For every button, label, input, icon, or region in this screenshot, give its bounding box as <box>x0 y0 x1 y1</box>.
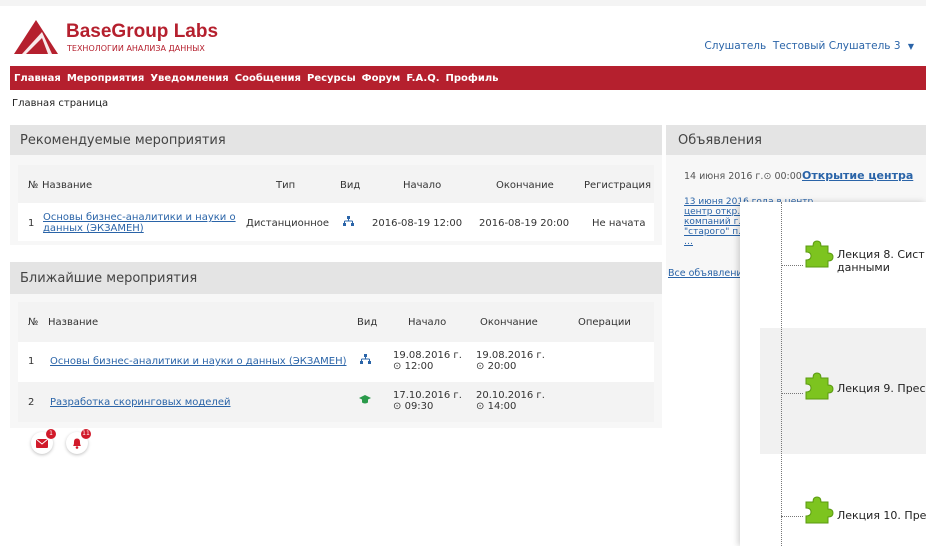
col-num: № <box>28 180 39 191</box>
event-end: 20.10.2016 г. ⊙ 14:00 <box>476 390 545 412</box>
event-type: Дистанционное <box>246 218 330 229</box>
nav-resources[interactable]: Ресурсы <box>307 73 356 84</box>
user-name: Тестовый Слушатель 3 <box>772 40 901 52</box>
col-start: Начало <box>403 180 442 191</box>
main-nav: Главная Мероприятия Уведомления Сообщени… <box>10 66 926 90</box>
brand-subtitle: ТЕХНОЛОГИИ АНАЛИЗА ДАННЫХ <box>67 44 205 53</box>
event-link[interactable]: Разработка скоринговых моделей <box>50 397 230 408</box>
nearest-title: Ближайшие мероприятия <box>20 270 198 286</box>
event-start: 2016-08-19 12:00 <box>372 218 463 229</box>
chevron-down-icon: ▼ <box>907 42 914 51</box>
event-end: 2016-08-19 20:00 <box>479 218 570 229</box>
top-strip <box>0 0 926 6</box>
event-end: 19.08.2016 г. ⊙ 20:00 <box>476 350 545 372</box>
announcement-title-link[interactable]: Открытие центра <box>802 169 913 182</box>
col-operations: Операции <box>578 317 631 328</box>
col-type: Тип <box>276 180 296 191</box>
event-start: 19.08.2016 г. ⊙ 12:00 <box>393 350 462 372</box>
hierarchy-icon <box>360 354 371 364</box>
breadcrumb: Главная страница <box>12 98 109 109</box>
lecture-item[interactable]: Лекция 9. Прес… <box>837 382 926 395</box>
tree-connector <box>781 202 782 546</box>
nav-events[interactable]: Мероприятия <box>67 73 144 84</box>
user-role: Слушатель <box>704 40 767 52</box>
col-end: Окончание <box>496 180 554 191</box>
col-view: Вид <box>357 317 378 328</box>
puzzle-icon <box>805 496 834 524</box>
graduation-cap-icon <box>359 395 371 404</box>
clock-icon: ⊙ <box>393 361 402 372</box>
event-start: 17.10.2016 г. ⊙ 09:30 <box>393 390 462 412</box>
col-name: Название <box>42 180 93 191</box>
nearest-panel: № Название Вид Начало Окончание Операции… <box>10 294 662 428</box>
announcement-meta: 14 июня 2016 г.⊙ 00:00 <box>684 171 802 182</box>
lecture-item[interactable]: Лекция 10. Пре… <box>837 509 926 522</box>
nearest-header: Ближайшие мероприятия <box>10 262 662 294</box>
logo[interactable]: BaseGroup Labs ТЕХНОЛОГИИ АНАЛИЗА ДАННЫХ <box>12 18 218 58</box>
puzzle-icon <box>805 372 834 400</box>
col-start: Начало <box>408 317 447 328</box>
user-menu[interactable]: Слушатель Тестовый Слушатель 3 ▼ <box>704 40 914 52</box>
col-name: Название <box>48 317 99 328</box>
event-link[interactable]: Основы бизнес-аналитики и науки о данных… <box>50 356 347 367</box>
nav-home[interactable]: Главная <box>14 73 61 84</box>
hierarchy-icon <box>343 216 354 226</box>
puzzle-icon <box>805 240 834 268</box>
col-view: Вид <box>340 180 361 191</box>
nav-profile[interactable]: Профиль <box>446 73 499 84</box>
logo-icon <box>14 20 58 54</box>
row-num: 2 <box>28 397 35 408</box>
clock-icon: ⊙ <box>393 401 402 412</box>
registration-status: Не начата <box>592 218 646 229</box>
clock-icon: ⊙ <box>763 171 772 182</box>
bell-icon <box>73 438 81 449</box>
nav-faq[interactable]: F.A.Q. <box>406 73 439 84</box>
notifications-button[interactable]: 11 <box>66 429 91 454</box>
nav-forum[interactable]: Форум <box>362 73 401 84</box>
lecture-item[interactable]: Лекция 8. Сист… данными <box>837 248 926 274</box>
notifications-count: 11 <box>81 429 91 439</box>
lecture-tree-popup: Лекция 8. Сист… данными Лекция 9. Прес… … <box>740 202 926 546</box>
clock-icon: ⊙ <box>476 361 485 372</box>
tree-branch <box>781 265 803 266</box>
announcements-title: Объявления <box>678 132 762 148</box>
messages-button[interactable]: 1 <box>31 429 56 454</box>
recommended-header: Рекомендуемые мероприятия <box>10 125 662 155</box>
envelope-icon <box>36 439 48 448</box>
announcements-header: Объявления <box>666 125 926 155</box>
col-num: № <box>28 317 39 328</box>
col-registration: Регистрация <box>584 180 652 191</box>
clock-icon: ⊙ <box>476 401 485 412</box>
tree-branch <box>781 516 803 517</box>
nav-notifications[interactable]: Уведомления <box>150 73 228 84</box>
nav-messages[interactable]: Сообщения <box>235 73 301 84</box>
row-num: 1 <box>28 356 35 367</box>
tree-branch <box>781 393 803 394</box>
recommended-title: Рекомендуемые мероприятия <box>20 132 226 148</box>
event-link[interactable]: Основы бизнес-аналитики и науки о данных… <box>43 212 236 234</box>
messages-count: 1 <box>46 429 56 439</box>
row-num: 1 <box>28 218 35 229</box>
brand-title: BaseGroup Labs <box>66 21 219 42</box>
col-end: Окончание <box>480 317 538 328</box>
announcement-snippet[interactable]: 13 июня 2016 года в центр… центр откр… к… <box>684 197 822 247</box>
recommended-panel: № Название Тип Вид Начало Окончание Реги… <box>10 155 662 245</box>
